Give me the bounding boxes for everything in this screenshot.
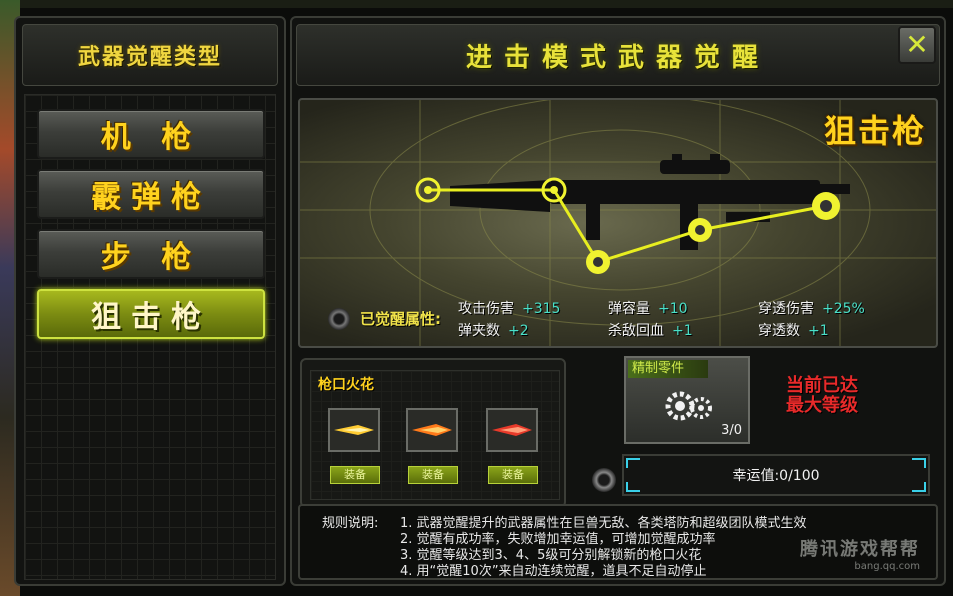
attribute-item: 穿透数 +1 <box>758 323 829 339</box>
precision-part-count: 3/0 <box>721 423 742 438</box>
category-label: 狙击枪 <box>91 300 211 335</box>
awakened-label: 已觉醒属性: <box>360 310 441 328</box>
weapon-showcase: 狙击枪 已觉醒属性: 攻击伤害 +315 弹容量 +10 穿透伤害 +25% 弹夹数 +… <box>298 98 938 348</box>
max-level-notice: 当前已达 最大等级 <box>786 375 858 416</box>
game-backdrop-top <box>0 0 953 8</box>
precision-part-slot[interactable]: 精制零件 3/0 <box>624 356 750 444</box>
awakening-panel-header: 进击模式武器觉醒 <box>296 24 940 86</box>
rules-panel: 规则说明: 1. 武器觉醒提升的武器属性在巨兽无敌、各类塔防和超级团队模式生效 … <box>298 504 938 580</box>
attribute-item: 杀敌回血 +1 <box>608 323 693 339</box>
sniper-rifle-icon <box>450 154 850 250</box>
weapon-type-label: 狙击枪 <box>823 112 926 150</box>
attribute-item: 弹容量 +10 <box>608 301 688 317</box>
muzzle-flash-icon <box>412 424 452 436</box>
category-shotgun-button[interactable]: 霰弹枪 <box>37 169 265 219</box>
awakened-attributes: 已觉醒属性: 攻击伤害 +315 弹容量 +10 穿透伤害 +25% 弹夹数 +2 杀敌… <box>320 294 930 344</box>
category-list: 机 枪 霰弹枪 步 枪 狙击枪 <box>24 94 276 580</box>
attribute-item: 弹夹数 +2 <box>458 323 529 339</box>
category-rifle-button[interactable]: 步 枪 <box>37 229 265 279</box>
gears-icon <box>665 391 712 421</box>
category-label: 霰弹枪 <box>91 180 211 215</box>
page-title: 进击模式武器觉醒 <box>465 42 770 73</box>
luck-bar: 幸运值:0/100 <box>622 454 930 496</box>
attribute-item: 攻击伤害 +315 <box>458 301 561 317</box>
muzzle-flash-icon <box>334 425 374 435</box>
muzzle-flash-panel: 枪口火花 装备 装备 装备 <box>300 358 566 508</box>
equip-button-2[interactable]: 装备 <box>408 466 458 484</box>
category-label: 机 枪 <box>100 120 202 155</box>
muzzle-flash-slot-3[interactable] <box>486 408 538 452</box>
luck-value: 幸运值:0/100 <box>732 468 820 484</box>
rules-label: 规则说明: <box>322 516 379 531</box>
category-panel-header: 武器觉醒类型 <box>22 24 278 86</box>
luck-icon <box>592 468 616 492</box>
category-machine-gun-button[interactable]: 机 枪 <box>37 109 265 159</box>
attribute-bullet-icon <box>328 308 350 330</box>
awakening-panel: 进击模式武器觉醒 ✕ 狙击枪 已觉醒属性: 攻击伤害 +315 弹容量 +10 … <box>290 16 946 586</box>
close-icon: ✕ <box>905 28 929 61</box>
equip-button-3[interactable]: 装备 <box>488 466 538 484</box>
muzzle-flash-slot-2[interactable] <box>406 408 458 452</box>
category-sniper-button[interactable]: 狙击枪 <box>37 289 265 339</box>
watermark: 腾讯游戏帮帮 bang.qq.com <box>800 539 920 572</box>
category-panel-title: 武器觉醒类型 <box>77 45 222 70</box>
precision-part-title: 精制零件 <box>628 360 708 378</box>
category-panel: 武器觉醒类型 机 枪 霰弹枪 步 枪 狙击枪 <box>14 16 286 586</box>
close-button[interactable]: ✕ <box>898 26 936 64</box>
muzzle-flash-title: 枪口火花 <box>318 377 374 393</box>
category-label: 步 枪 <box>100 240 202 275</box>
attribute-item: 穿透伤害 +25% <box>758 301 865 317</box>
equip-button-1[interactable]: 装备 <box>330 466 380 484</box>
muzzle-flash-slot-1[interactable] <box>328 408 380 452</box>
muzzle-flash-icon <box>492 424 532 436</box>
rules-line: 4. 用“觉醒10次”来自动连续觉醒，道具不足自动停止 <box>400 564 707 579</box>
